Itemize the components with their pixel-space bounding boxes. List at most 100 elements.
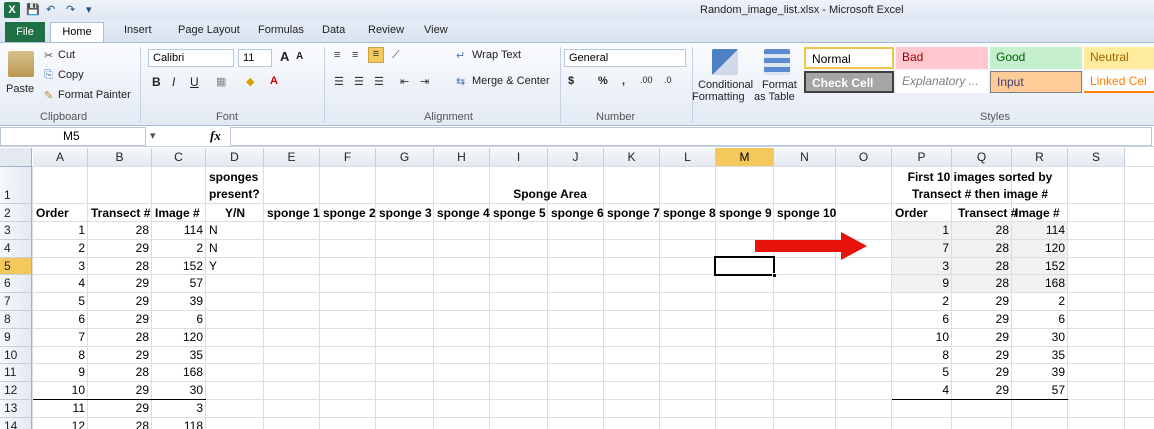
- cell-present[interactable]: N: [206, 240, 264, 258]
- cell-image[interactable]: 2: [152, 240, 206, 258]
- column-header-i[interactable]: I: [490, 148, 548, 167]
- cell-transect[interactable]: 28: [88, 418, 152, 429]
- row-header-14[interactable]: 14: [0, 417, 32, 429]
- cell-present[interactable]: Y: [206, 258, 264, 276]
- sorted-image[interactable]: 39: [1012, 364, 1068, 382]
- cell-transect[interactable]: 29: [88, 382, 152, 400]
- row-header-13[interactable]: 13: [0, 400, 32, 418]
- header-sponge-10[interactable]: sponge 10: [774, 204, 836, 222]
- column-header-s[interactable]: S: [1068, 148, 1125, 167]
- sorted-image[interactable]: 57: [1012, 382, 1068, 400]
- borders-icon[interactable]: ▦: [216, 75, 226, 88]
- sorted-image[interactable]: 152: [1012, 258, 1068, 276]
- cell-present[interactable]: N: [206, 222, 264, 240]
- cell-image[interactable]: 6: [152, 311, 206, 329]
- header-sponge-3[interactable]: sponge 3: [376, 204, 434, 222]
- cell-image[interactable]: 118: [152, 418, 206, 429]
- format-as-table-button[interactable]: Format: [762, 79, 797, 91]
- row-header-1[interactable]: 1: [0, 167, 32, 204]
- cell-order[interactable]: 10: [33, 382, 88, 400]
- header-sponge-7[interactable]: sponge 7: [604, 204, 660, 222]
- tab-page-layout[interactable]: Page Layout: [178, 24, 240, 36]
- format-painter-icon[interactable]: ✎: [44, 89, 53, 102]
- align-center-icon[interactable]: ☰: [354, 75, 364, 88]
- row-header-12[interactable]: 12: [0, 382, 32, 400]
- header-yn[interactable]: Y/N: [206, 204, 264, 222]
- cell-transect[interactable]: 29: [88, 240, 152, 258]
- cell-transect[interactable]: 28: [88, 364, 152, 382]
- cell-order[interactable]: 4: [33, 275, 88, 293]
- align-bottom-icon[interactable]: ≡: [368, 47, 384, 63]
- cell-image[interactable]: 3: [152, 400, 206, 418]
- row-header-7[interactable]: 7: [0, 293, 32, 311]
- cell-image[interactable]: 39: [152, 293, 206, 311]
- select-all-corner[interactable]: [0, 148, 32, 167]
- style-good[interactable]: Good: [990, 47, 1082, 69]
- sorted-order[interactable]: 2: [892, 293, 952, 311]
- tab-file[interactable]: File: [5, 22, 45, 42]
- cell-transect[interactable]: 28: [88, 258, 152, 276]
- column-header-e[interactable]: E: [264, 148, 320, 167]
- tab-home[interactable]: Home: [50, 22, 104, 43]
- sorted-image[interactable]: 6: [1012, 311, 1068, 329]
- customize-toolbar-icon[interactable]: ▾: [86, 2, 92, 18]
- sorted-order[interactable]: 4: [892, 382, 952, 400]
- column-header-q[interactable]: Q: [952, 148, 1012, 167]
- style-bad[interactable]: Bad: [896, 47, 988, 69]
- increase-decimal-button[interactable]: .00: [640, 75, 653, 85]
- row-header-10[interactable]: 10: [0, 346, 32, 365]
- save-icon[interactable]: 💾: [26, 2, 40, 18]
- cell-order[interactable]: 12: [33, 418, 88, 429]
- increase-indent-icon[interactable]: ⇥: [420, 75, 429, 88]
- row-header-8[interactable]: 8: [0, 311, 32, 329]
- column-header-p[interactable]: P: [892, 148, 952, 167]
- header-sorted-order[interactable]: Order: [892, 204, 952, 222]
- column-header-b[interactable]: B: [88, 148, 152, 167]
- style-neutral[interactable]: Neutral: [1084, 47, 1154, 69]
- fill-color-icon[interactable]: ◆: [246, 75, 254, 88]
- sorted-image[interactable]: 120: [1012, 240, 1068, 258]
- style-normal[interactable]: Normal: [804, 47, 894, 69]
- tab-insert[interactable]: Insert: [124, 24, 152, 36]
- comma-button[interactable]: ,: [622, 75, 625, 87]
- row-header-4[interactable]: 4: [0, 239, 32, 258]
- cell-order[interactable]: 7: [33, 329, 88, 347]
- cell-order[interactable]: 9: [33, 364, 88, 382]
- cell-image[interactable]: 168: [152, 364, 206, 382]
- cut-icon[interactable]: ✂: [44, 49, 53, 62]
- cell-image[interactable]: 35: [152, 347, 206, 365]
- cell-image[interactable]: 30: [152, 382, 206, 400]
- cell-transect[interactable]: 29: [88, 293, 152, 311]
- sorted-transect[interactable]: 28: [952, 240, 1012, 258]
- cell-order[interactable]: 2: [33, 240, 88, 258]
- fill-handle[interactable]: [772, 273, 777, 279]
- cell-image[interactable]: 120: [152, 329, 206, 347]
- italic-button[interactable]: I: [172, 75, 175, 89]
- column-header-n[interactable]: N: [774, 148, 836, 167]
- cell-transect[interactable]: 29: [88, 275, 152, 293]
- header-sorted-image[interactable]: Image #: [1012, 204, 1068, 222]
- column-header-g[interactable]: G: [376, 148, 434, 167]
- sorted-order[interactable]: 1: [892, 222, 952, 240]
- sorted-transect[interactable]: 28: [952, 222, 1012, 240]
- column-header-f[interactable]: F: [320, 148, 376, 167]
- column-header-j[interactable]: J: [548, 148, 604, 167]
- name-box[interactable]: M5: [0, 127, 146, 146]
- sorted-order[interactable]: 3: [892, 258, 952, 276]
- sponges-present-header[interactable]: sponges: [206, 169, 264, 185]
- sorted-list-title-line2[interactable]: Transect # then image #: [892, 186, 1068, 202]
- underline-button[interactable]: U: [190, 75, 199, 89]
- sorted-transect[interactable]: 29: [952, 347, 1012, 365]
- excel-logo-icon[interactable]: X: [4, 2, 20, 18]
- header-sponge-4[interactable]: sponge 4: [434, 204, 490, 222]
- column-header-h[interactable]: H: [434, 148, 490, 167]
- percent-button[interactable]: %: [598, 75, 608, 87]
- row-header-5[interactable]: 5: [0, 257, 32, 276]
- column-header-d[interactable]: D: [206, 148, 264, 167]
- header-sponge-1[interactable]: sponge 1: [264, 204, 320, 222]
- sorted-image[interactable]: 114: [1012, 222, 1068, 240]
- sponges-present-header-line2[interactable]: present?: [206, 186, 264, 202]
- sorted-order[interactable]: 7: [892, 240, 952, 258]
- header-transect[interactable]: Transect #: [88, 204, 152, 222]
- cell-transect[interactable]: 29: [88, 347, 152, 365]
